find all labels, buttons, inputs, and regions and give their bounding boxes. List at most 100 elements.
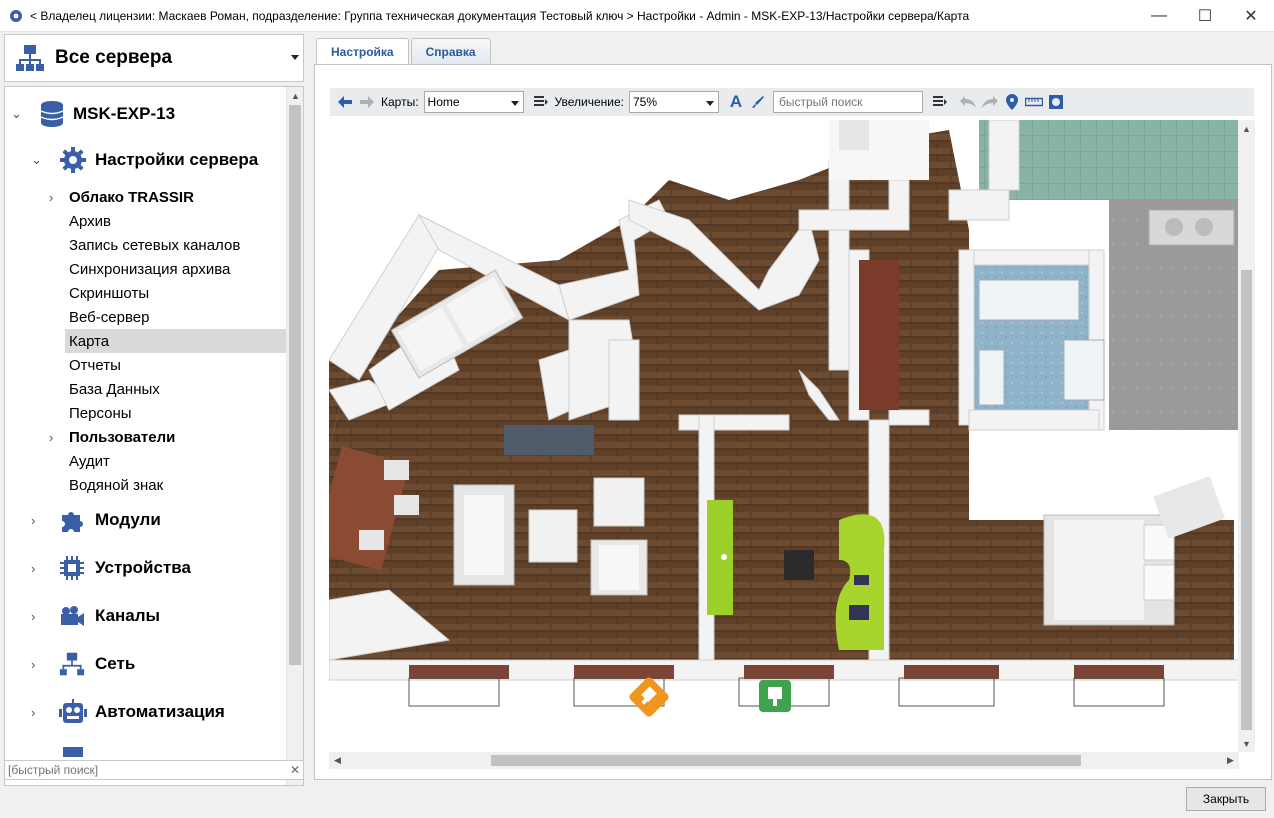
chevron-right-icon[interactable]: ›	[31, 609, 35, 624]
chevron-down-icon	[291, 55, 299, 60]
arrow-right-icon[interactable]	[356, 91, 378, 113]
tree-item-label: Веб-сервер	[69, 308, 150, 326]
tree-item-label: Устройства	[95, 558, 191, 577]
server-selector[interactable]: Все сервера	[4, 34, 304, 82]
network-icon	[59, 652, 85, 676]
clear-icon[interactable]: ✕	[287, 763, 303, 777]
maps-select[interactable]: Home	[423, 91, 524, 113]
tree-item-watermark[interactable]: Водяной знак	[5, 473, 287, 497]
maps-label: Карты:	[381, 95, 419, 109]
chevron-down-icon[interactable]: ⌄	[11, 106, 22, 122]
map-horizontal-scrollbar[interactable]: ◀ ▶	[329, 752, 1239, 769]
puzzle-icon	[62, 512, 83, 532]
settings-tree: ⌄ MSK-EXP-13 ⌄ Настройки сервера › Облак…	[4, 86, 304, 786]
tab-bar: Настройка Справка	[316, 38, 493, 65]
chevron-right-icon[interactable]: ›	[49, 190, 53, 205]
tree-item-server-settings[interactable]: ⌄ Настройки сервера	[5, 145, 287, 175]
window-title: < Владелец лицензии: Маскаев Роман, подр…	[30, 8, 970, 23]
server-selector-label: Все сервера	[55, 47, 173, 68]
tree-item-modules[interactable]: › Модули	[5, 505, 287, 535]
tree-item-label: Аудит	[69, 452, 110, 470]
zoom-select-value: 75%	[632, 95, 657, 109]
chevron-right-icon[interactable]: ›	[31, 657, 35, 672]
tree-item-reports[interactable]: Отчеты	[5, 353, 287, 377]
area-select-icon[interactable]	[1045, 91, 1067, 113]
tree-item-label: Пользователи	[69, 428, 176, 446]
database-icon	[40, 101, 64, 127]
scroll-left-icon[interactable]: ◀	[329, 752, 346, 769]
tree-item-trassir-cloud[interactable]: › Облако TRASSIR	[5, 185, 287, 209]
tree-item-label: Синхронизация архива	[69, 260, 231, 278]
scroll-up-icon[interactable]: ▲	[287, 87, 303, 104]
map-search-input[interactable]	[772, 91, 923, 113]
tree-item-archive[interactable]: Архив	[5, 209, 287, 233]
tab-help[interactable]: Справка	[410, 38, 491, 64]
tree-item-label: Отчеты	[69, 356, 121, 374]
tree-item-archive-sync[interactable]: Синхронизация архива	[5, 257, 287, 281]
tree-item-label: Автоматизация	[95, 702, 225, 721]
tree-item-label: Настройки сервера	[95, 150, 259, 169]
tree-item-web-server[interactable]: Веб-сервер	[5, 305, 287, 329]
tree-item-network[interactable]: › Сеть	[5, 649, 287, 679]
arrow-left-icon[interactable]	[334, 91, 356, 113]
tree-item-devices[interactable]: › Устройства	[5, 553, 287, 583]
chevron-right-icon[interactable]: ›	[31, 561, 35, 576]
chevron-down-icon[interactable]: ⌄	[31, 152, 42, 168]
scroll-down-icon[interactable]: ▼	[1238, 735, 1255, 752]
map-pin-icon[interactable]	[1001, 91, 1023, 113]
close-window-button[interactable]: ✕	[1228, 0, 1274, 32]
tab-settings[interactable]: Настройка	[316, 38, 409, 65]
tree-item-label: Водяной знак	[69, 476, 164, 494]
camera-icon	[61, 606, 84, 626]
chevron-down-icon	[510, 101, 519, 106]
tree-item-map[interactable]: Карта	[65, 329, 287, 353]
tree-item-network-recording[interactable]: Запись сетевых каналов	[5, 233, 287, 257]
scrollbar-thumb[interactable]	[491, 755, 1081, 766]
zoom-select[interactable]: 75%	[628, 91, 719, 113]
tree-item-label: Запись сетевых каналов	[69, 236, 241, 254]
tree-item-label: Облако TRASSIR	[69, 188, 194, 206]
scroll-right-icon[interactable]: ▶	[1222, 752, 1239, 769]
tree-item-label: Архив	[69, 212, 112, 230]
tree-item-database[interactable]: База Данных	[5, 377, 287, 401]
tree-item-audit[interactable]: Аудит	[5, 449, 287, 473]
tree-item-automation[interactable]: › Автоматизация	[5, 697, 287, 727]
tree-search: ✕	[4, 760, 304, 780]
scroll-up-icon[interactable]: ▲	[1238, 120, 1255, 137]
scrollbar-thumb[interactable]	[289, 105, 301, 665]
close-button[interactable]: Закрыть	[1186, 787, 1266, 811]
tree-item-label: Сеть	[95, 654, 136, 673]
tree-item-users[interactable]: › Пользователи	[5, 425, 287, 449]
chevron-right-icon[interactable]: ›	[31, 705, 35, 720]
chip-icon	[60, 556, 84, 580]
maximize-button[interactable]: ☐	[1182, 0, 1228, 32]
tree-scrollbar[interactable]: ▲ ▼	[286, 87, 303, 785]
list-icon[interactable]	[929, 91, 951, 113]
tree-item-label: MSK-EXP-13	[73, 104, 176, 123]
camera-marker-green[interactable]	[759, 680, 791, 712]
brush-icon[interactable]	[747, 91, 769, 113]
minimize-button[interactable]: —	[1136, 0, 1182, 32]
scrollbar-thumb[interactable]	[1241, 270, 1252, 730]
tree-item-screenshots[interactable]: Скриншоты	[5, 281, 287, 305]
tree-item-label: Карта	[69, 332, 110, 350]
ruler-icon[interactable]	[1023, 91, 1045, 113]
gear-icon	[10, 9, 22, 22]
chevron-right-icon[interactable]: ›	[49, 430, 53, 445]
floor-plan	[329, 120, 1239, 752]
list-icon[interactable]	[530, 91, 552, 113]
undo-icon[interactable]	[957, 91, 979, 113]
tree-item-persons[interactable]: Персоны	[5, 401, 287, 425]
map-toolbar: Карты: Home Увеличение: 75% A	[330, 88, 1254, 116]
tree-search-input[interactable]	[8, 763, 287, 777]
tree-item-server[interactable]: ⌄ MSK-EXP-13	[5, 99, 287, 129]
tree-item-channels[interactable]: › Каналы	[5, 601, 287, 631]
chevron-right-icon[interactable]: ›	[31, 513, 35, 528]
redo-icon[interactable]	[979, 91, 1001, 113]
gear-icon	[60, 147, 86, 173]
map-canvas[interactable]	[329, 120, 1239, 752]
partial-item-icon	[63, 747, 83, 757]
map-vertical-scrollbar[interactable]: ▲ ▼	[1238, 120, 1255, 752]
tree-item-label: Персоны	[69, 404, 132, 422]
font-icon[interactable]: A	[725, 91, 747, 113]
